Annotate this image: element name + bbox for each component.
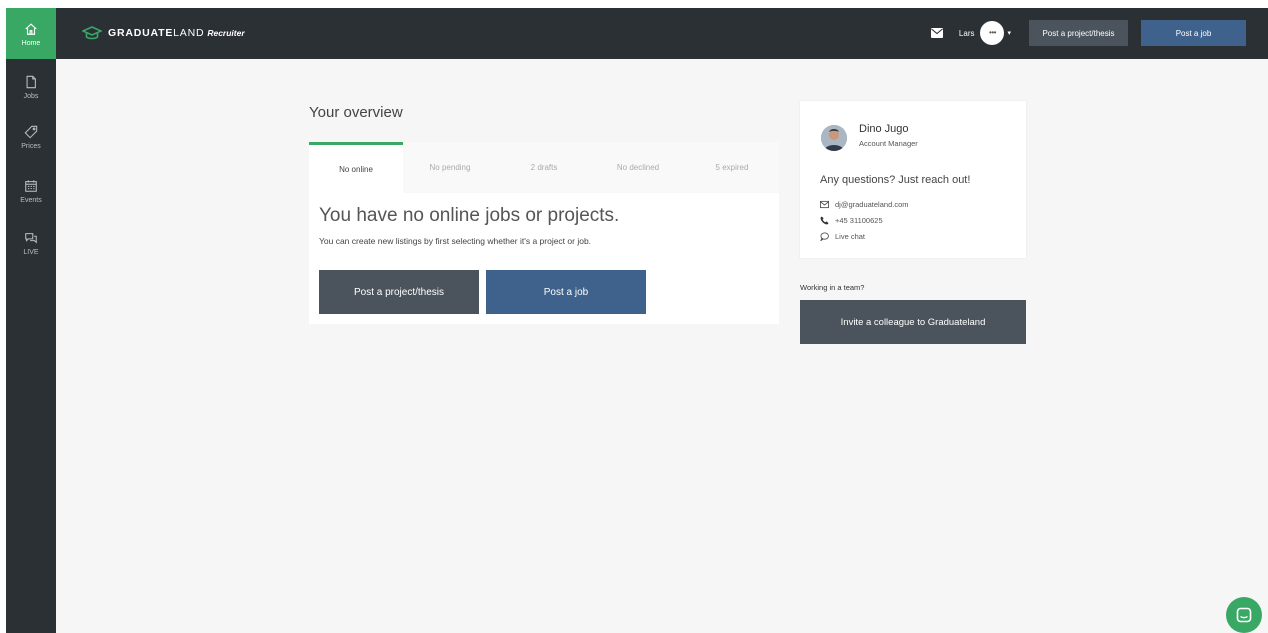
contact-live-chat[interactable]: Live chat	[820, 232, 865, 241]
listings-panel: You have no online jobs or projects. You…	[309, 193, 779, 324]
sidebar-item-label: Home	[21, 39, 41, 47]
invite-colleague-button[interactable]: Invite a colleague to Graduateland	[800, 300, 1026, 344]
contact-phone-text: +45 31100625	[835, 216, 883, 225]
logo-text-light: LAND	[173, 27, 205, 39]
logo-text: GRADUATELAND	[108, 27, 204, 39]
top-bar: GRADUATELAND Recruiter Lars ••• ▾ Post a…	[56, 8, 1268, 59]
contact-email[interactable]: dj@graduateland.com	[820, 200, 909, 209]
sidebar-item-home[interactable]: Home	[6, 8, 56, 59]
logo-subtitle: Recruiter	[207, 28, 245, 38]
manager-role: Account Manager	[859, 139, 918, 148]
graduateland-logo[interactable]: GRADUATELAND Recruiter	[82, 26, 245, 40]
avatar-text: •••	[989, 28, 996, 37]
contact-phone[interactable]: +45 31100625	[820, 216, 883, 225]
tab-declined[interactable]: No declined	[591, 142, 685, 193]
avatar[interactable]: •••	[980, 21, 1005, 45]
tab-online[interactable]: No online	[309, 142, 403, 193]
tab-expired[interactable]: 5 expired	[685, 142, 779, 193]
sidebar-item-label: Prices	[21, 143, 41, 150]
sidebar-item-jobs[interactable]: Jobs	[6, 74, 56, 100]
chat-launcher-button[interactable]	[1226, 597, 1262, 633]
speech-bubble-icon	[820, 232, 829, 241]
create-job-button[interactable]: Post a job	[486, 270, 646, 314]
empty-state-heading: You have no online jobs or projects.	[319, 205, 620, 226]
sidebar-item-label: Events	[20, 197, 42, 204]
home-icon	[23, 21, 39, 37]
chat-icon	[1236, 607, 1252, 623]
mail-icon[interactable]	[930, 28, 943, 38]
team-label: Working in a team?	[800, 283, 865, 292]
sidebar-item-label: Jobs	[23, 93, 39, 100]
empty-state-description: You can create new listings by first sel…	[319, 236, 592, 246]
document-icon	[23, 74, 39, 90]
sidebar-item-events[interactable]: Events	[6, 178, 56, 204]
post-job-button[interactable]: Post a job	[1141, 20, 1246, 46]
sidebar-item-prices[interactable]: Prices	[6, 124, 56, 150]
manager-name: Dino Jugo	[859, 123, 909, 135]
calendar-icon	[23, 178, 39, 194]
manager-avatar	[821, 125, 847, 151]
create-project-button[interactable]: Post a project/thesis	[319, 270, 479, 314]
sidebar: Home Jobs Prices Events LIVE	[6, 8, 56, 633]
user-name[interactable]: Lars	[959, 29, 975, 38]
envelope-icon	[820, 200, 829, 209]
contact-chat-text: Live chat	[835, 232, 866, 241]
page-title: Your overview	[309, 104, 403, 121]
tab-drafts[interactable]: 2 drafts	[497, 142, 591, 193]
tag-icon	[23, 124, 39, 140]
contact-email-text: dj@graduateland.com	[835, 200, 909, 209]
logo-text-bold: GRADUATE	[108, 27, 174, 39]
account-manager-card: Dino Jugo Account Manager Any questions?…	[800, 101, 1026, 258]
tab-pending[interactable]: No pending	[403, 142, 497, 193]
header-actions: Lars ••• ▾ Post a project/thesis Post a …	[930, 20, 1246, 46]
phone-icon	[820, 216, 829, 225]
chevron-down-icon[interactable]: ▾	[1007, 29, 1011, 37]
contact-prompt: Any questions? Just reach out!	[820, 174, 971, 186]
sidebar-item-label: LIVE	[23, 249, 39, 256]
post-project-button[interactable]: Post a project/thesis	[1029, 20, 1128, 46]
chat-bubbles-icon	[23, 230, 39, 246]
sidebar-item-live[interactable]: LIVE	[6, 230, 56, 256]
overview-tabs: No online No pending 2 drafts No decline…	[309, 142, 779, 193]
graduation-cap-icon	[82, 26, 102, 40]
main-content: Your overview No online No pending 2 dra…	[56, 59, 1268, 633]
